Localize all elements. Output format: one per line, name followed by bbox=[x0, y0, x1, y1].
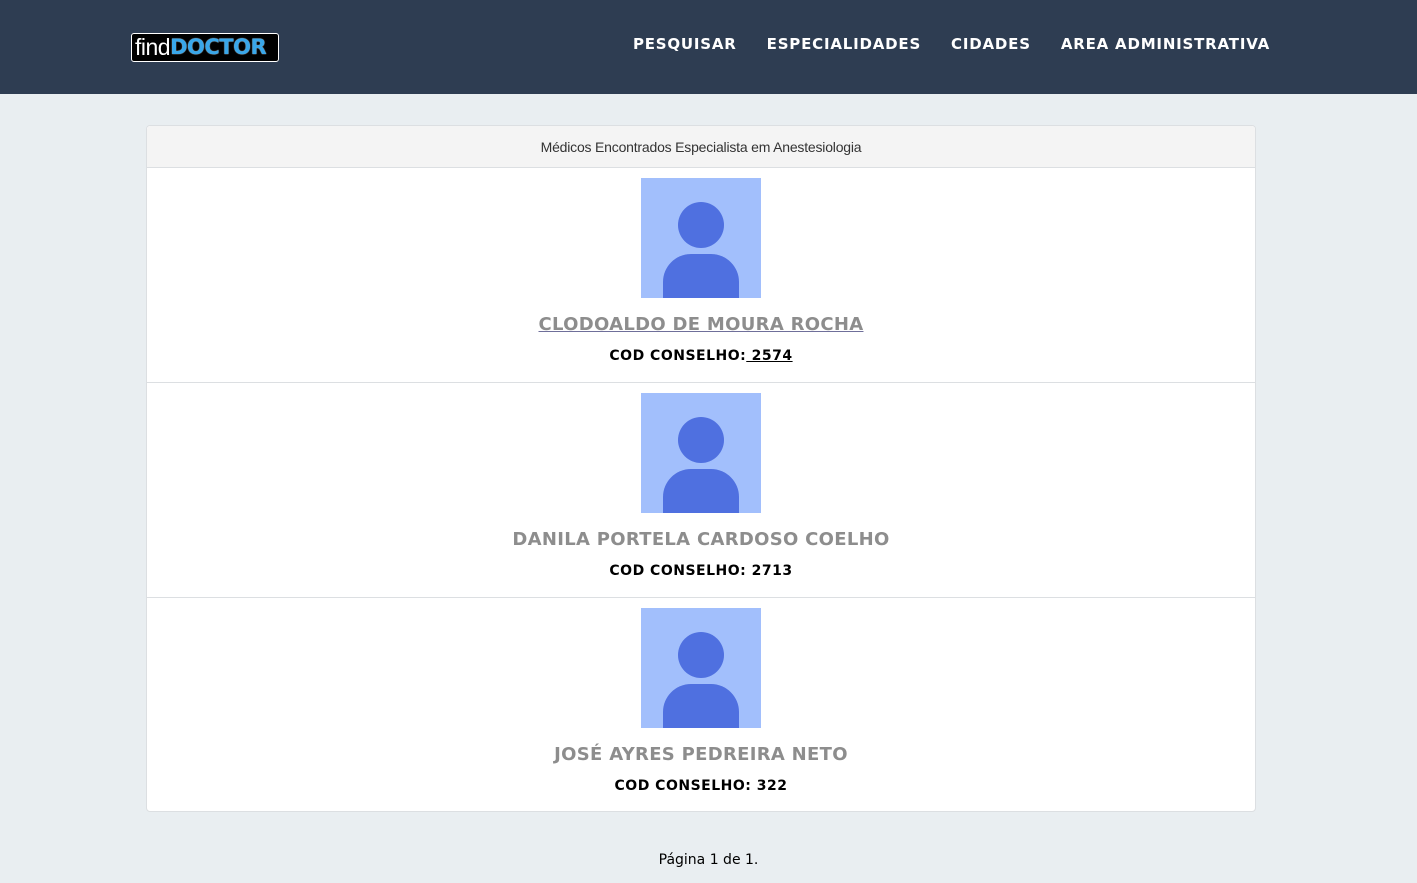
cod-conselho-label: COD CONSELHO: bbox=[614, 778, 752, 794]
cod-conselho-value: 322 bbox=[751, 778, 788, 794]
avatar-head-shape bbox=[678, 202, 724, 248]
results-panel: Médicos Encontrados Especialista em Anes… bbox=[146, 125, 1256, 812]
doctor-name-link[interactable]: CLODOALDO DE MOURA ROCHA bbox=[147, 314, 1255, 335]
logo-find-text: find bbox=[135, 34, 171, 60]
user-avatar-icon bbox=[641, 393, 761, 513]
doctor-name: DANILA PORTELA CARDOSO COELHO bbox=[512, 529, 890, 550]
doctor-card: JOSÉ AYRES PEDREIRA NETO COD CONSELHO: 3… bbox=[147, 598, 1255, 811]
avatar-head-shape bbox=[678, 417, 724, 463]
nav-especialidades[interactable]: ESPECIALIDADES bbox=[767, 35, 921, 53]
nav-area-administrativa[interactable]: AREA ADMINISTRATIVA bbox=[1061, 35, 1270, 53]
nav-cidades[interactable]: CIDADES bbox=[951, 35, 1031, 53]
cod-conselho-value[interactable]: 2574 bbox=[746, 348, 792, 364]
doctor-card: CLODOALDO DE MOURA ROCHA COD CONSELHO: 2… bbox=[147, 168, 1255, 383]
logo-doctor-text: DOCTOR bbox=[170, 35, 267, 59]
cod-conselho-value: 2713 bbox=[746, 563, 793, 579]
avatar-body-shape bbox=[663, 254, 739, 298]
avatar-body-shape bbox=[663, 469, 739, 513]
user-avatar-icon[interactable] bbox=[641, 178, 761, 298]
user-avatar-icon bbox=[641, 608, 761, 728]
top-navbar: find DOCTOR PESQUISAR ESPECIALIDADES CID… bbox=[0, 0, 1417, 94]
doctor-card: DANILA PORTELA CARDOSO COELHO COD CONSEL… bbox=[147, 383, 1255, 598]
cod-conselho: COD CONSELHO: 2574 bbox=[147, 348, 1255, 364]
doctor-name: JOSÉ AYRES PEDREIRA NETO bbox=[554, 744, 848, 765]
cod-conselho: COD CONSELHO: 2713 bbox=[147, 563, 1255, 579]
avatar-head-shape bbox=[678, 632, 724, 678]
pagination-info: Página 1 de 1. bbox=[658, 852, 759, 868]
cod-conselho-label: COD CONSELHO: bbox=[609, 563, 747, 579]
finddoctor-logo[interactable]: find DOCTOR bbox=[131, 33, 279, 62]
cod-conselho: COD CONSELHO: 322 bbox=[147, 778, 1255, 794]
cod-conselho-label: COD CONSELHO: bbox=[609, 348, 747, 364]
panel-heading: Médicos Encontrados Especialista em Anes… bbox=[147, 126, 1255, 168]
avatar-body-shape bbox=[663, 684, 739, 728]
nav-pesquisar[interactable]: PESQUISAR bbox=[633, 35, 737, 53]
nav-menu: PESQUISAR ESPECIALIDADES CIDADES AREA AD… bbox=[633, 35, 1270, 53]
